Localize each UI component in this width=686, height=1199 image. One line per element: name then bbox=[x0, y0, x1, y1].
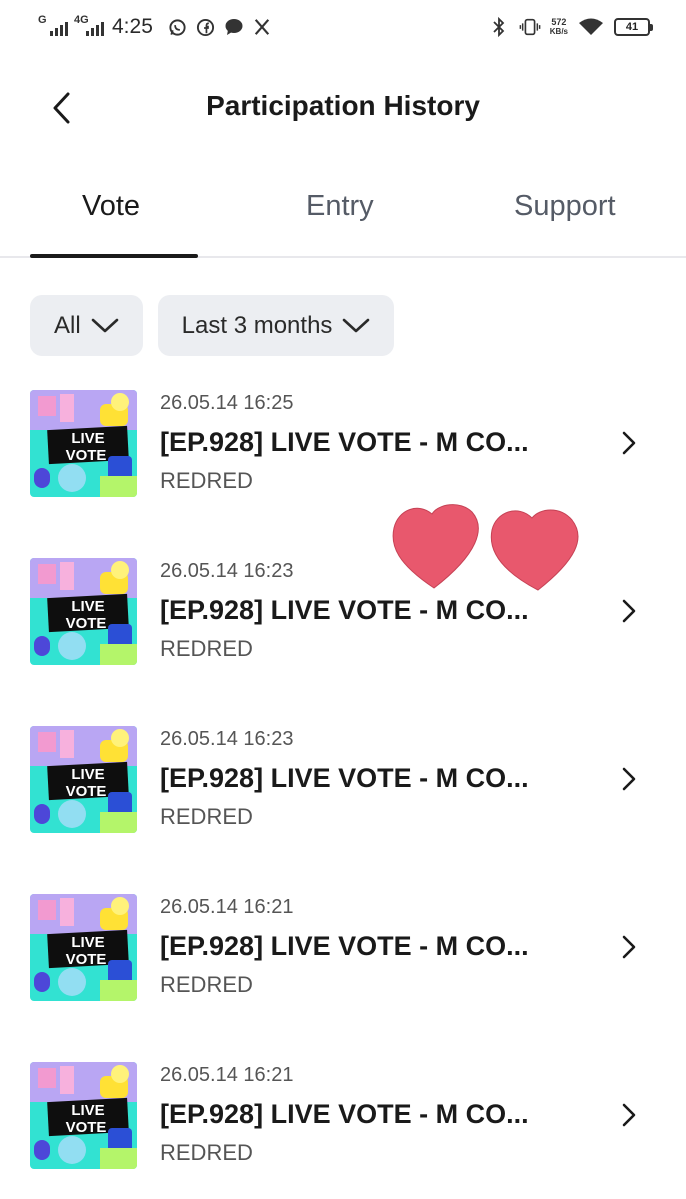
item-date: 26.05.14 16:21 bbox=[160, 1064, 294, 1086]
tab-vote[interactable]: Vote bbox=[82, 190, 140, 223]
signal-2-icon: 4G bbox=[74, 14, 104, 38]
heart-icon bbox=[392, 504, 479, 589]
thumb-text-1: LIVE bbox=[71, 934, 104, 951]
item-artist: REDRED bbox=[160, 972, 253, 997]
event-thumbnail: LIVE VOTE bbox=[30, 390, 137, 497]
list-item[interactable]: LIVE VOTE 26.05.14 16:21 [EP.928] LIVE V… bbox=[0, 894, 686, 1062]
item-title: [EP.928] LIVE VOTE - M CO... bbox=[160, 595, 529, 625]
item-title: [EP.928] LIVE VOTE - M CO... bbox=[160, 763, 529, 793]
battery-level: 41 bbox=[625, 21, 639, 33]
tab-entry[interactable]: Entry bbox=[306, 190, 374, 223]
signal-1-icon: G bbox=[38, 14, 68, 38]
thumb-text-2: VOTE bbox=[66, 447, 107, 464]
thumb-text-2: VOTE bbox=[66, 1119, 107, 1136]
chevron-down-icon bbox=[91, 318, 118, 332]
period-filter-dropdown[interactable]: Last 3 months bbox=[157, 295, 395, 356]
thumb-text-1: LIVE bbox=[71, 598, 104, 615]
facebook-icon bbox=[195, 16, 217, 38]
thumb-text-1: LIVE bbox=[71, 1102, 104, 1119]
item-meta: 26.05.14 16:25 [EP.928] LIVE VOTE - M CO… bbox=[160, 390, 529, 494]
item-date: 26.05.14 16:25 bbox=[160, 392, 294, 414]
type-filter-dropdown[interactable]: All bbox=[30, 295, 143, 356]
list-item[interactable]: LIVE VOTE 26.05.14 16:23 [EP.928] LIVE V… bbox=[0, 726, 686, 894]
filter-bar: All Last 3 months bbox=[30, 295, 395, 356]
vibrate-icon bbox=[519, 16, 541, 38]
speed-value: 572 bbox=[551, 17, 567, 27]
page-title: Participation History bbox=[206, 90, 480, 121]
chat-bubble-icon bbox=[223, 16, 245, 38]
status-left: G 4G 4:25 bbox=[38, 12, 273, 42]
item-meta: 26.05.14 16:21 [EP.928] LIVE VOTE - M CO… bbox=[160, 894, 529, 998]
chevron-right-icon bbox=[616, 932, 642, 962]
item-date: 26.05.14 16:23 bbox=[160, 728, 294, 750]
thumb-text-2: VOTE bbox=[66, 783, 107, 800]
tab-support[interactable]: Support bbox=[514, 190, 616, 223]
period-filter-label: Last 3 months bbox=[181, 311, 333, 339]
chevron-down-icon bbox=[343, 318, 370, 332]
item-title: [EP.928] LIVE VOTE - M CO... bbox=[160, 931, 529, 961]
bluetooth-icon bbox=[488, 16, 510, 38]
chevron-right-icon bbox=[616, 596, 642, 626]
app-header: Participation History bbox=[0, 70, 686, 144]
clock: 4:25 bbox=[112, 15, 153, 38]
tab-indicator bbox=[30, 254, 198, 258]
heart-icon bbox=[490, 509, 579, 591]
event-thumbnail: LIVE VOTE bbox=[30, 726, 137, 833]
chevron-right-icon bbox=[616, 428, 642, 458]
type-filter-label: All bbox=[54, 311, 81, 339]
thumb-text-1: LIVE bbox=[71, 766, 104, 783]
thumb-text-2: VOTE bbox=[66, 951, 107, 968]
item-artist: REDRED bbox=[160, 636, 253, 661]
x-icon bbox=[251, 16, 273, 38]
item-artist: REDRED bbox=[160, 468, 253, 493]
whatsapp-icon bbox=[167, 16, 189, 38]
thumb-text-2: VOTE bbox=[66, 615, 107, 632]
chevron-right-icon bbox=[616, 764, 642, 794]
event-thumbnail: LIVE VOTE bbox=[30, 1062, 137, 1169]
item-meta: 26.05.14 16:23 [EP.928] LIVE VOTE - M CO… bbox=[160, 726, 529, 830]
item-date: 26.05.14 16:21 bbox=[160, 896, 294, 918]
item-meta: 26.05.14 16:21 [EP.928] LIVE VOTE - M CO… bbox=[160, 1062, 529, 1166]
status-right: 572 KB/s 41 bbox=[488, 12, 653, 42]
item-title: [EP.928] LIVE VOTE - M CO... bbox=[160, 427, 529, 457]
network-speed: 572 KB/s bbox=[549, 17, 568, 37]
chevron-right-icon bbox=[616, 1100, 642, 1130]
event-thumbnail: LIVE VOTE bbox=[30, 558, 137, 665]
hearts-sticker bbox=[388, 500, 588, 596]
wifi-icon bbox=[577, 16, 605, 38]
list-item[interactable]: LIVE VOTE 26.05.14 16:21 [EP.928] LIVE V… bbox=[0, 1062, 686, 1199]
network-type-1: G bbox=[38, 14, 47, 26]
speed-unit: KB/s bbox=[549, 27, 568, 36]
item-artist: REDRED bbox=[160, 804, 253, 829]
item-title: [EP.928] LIVE VOTE - M CO... bbox=[160, 1099, 529, 1129]
status-bar: G 4G 4:25 572 KB/s 41 bbox=[0, 0, 686, 56]
item-artist: REDRED bbox=[160, 1140, 253, 1165]
battery-icon: 41 bbox=[614, 18, 653, 36]
event-thumbnail: LIVE VOTE bbox=[30, 894, 137, 1001]
thumb-text-1: LIVE bbox=[71, 430, 104, 447]
tab-bar: Vote Entry Support bbox=[0, 168, 686, 258]
